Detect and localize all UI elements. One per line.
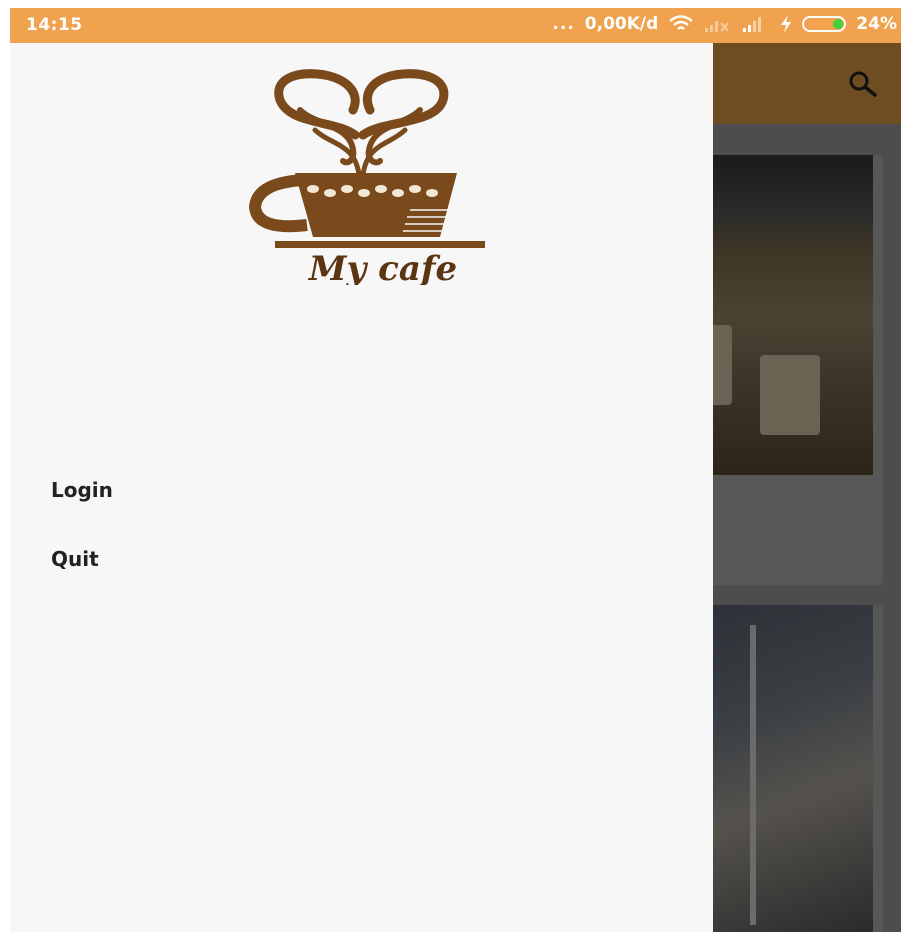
wifi-icon bbox=[669, 15, 694, 30]
battery-icon bbox=[802, 16, 847, 32]
status-time: 14:15 bbox=[26, 15, 83, 35]
menu-item-login[interactable]: Login bbox=[10, 460, 713, 520]
signal-icon bbox=[705, 21, 730, 32]
charging-icon bbox=[781, 15, 792, 33]
menu-item-label: Login bbox=[51, 478, 113, 502]
cafe-logo: My cafe bbox=[248, 69, 485, 285]
search-button[interactable] bbox=[845, 67, 881, 103]
network-speed: 0,00K/d bbox=[584, 14, 659, 34]
phone-screen: 14:15 ... 0,00K/d 24% My cafe Login Quit bbox=[10, 8, 901, 932]
logo-text: My cafe bbox=[308, 249, 457, 285]
menu-item-label: Quit bbox=[51, 547, 99, 571]
battery-level bbox=[833, 19, 844, 29]
search-icon bbox=[849, 71, 877, 97]
pole-image bbox=[750, 625, 756, 925]
navigation-drawer: My cafe Login Quit bbox=[10, 43, 713, 932]
jar-image bbox=[760, 355, 820, 435]
menu-item-quit[interactable]: Quit bbox=[10, 529, 713, 589]
status-bar: 14:15 ... 0,00K/d 24% bbox=[10, 8, 901, 43]
status-dots: ... bbox=[552, 14, 575, 34]
status-icons: ... 0,00K/d 24% bbox=[552, 14, 897, 34]
signal-icon bbox=[743, 17, 762, 32]
battery-percent: 24% bbox=[856, 14, 897, 34]
